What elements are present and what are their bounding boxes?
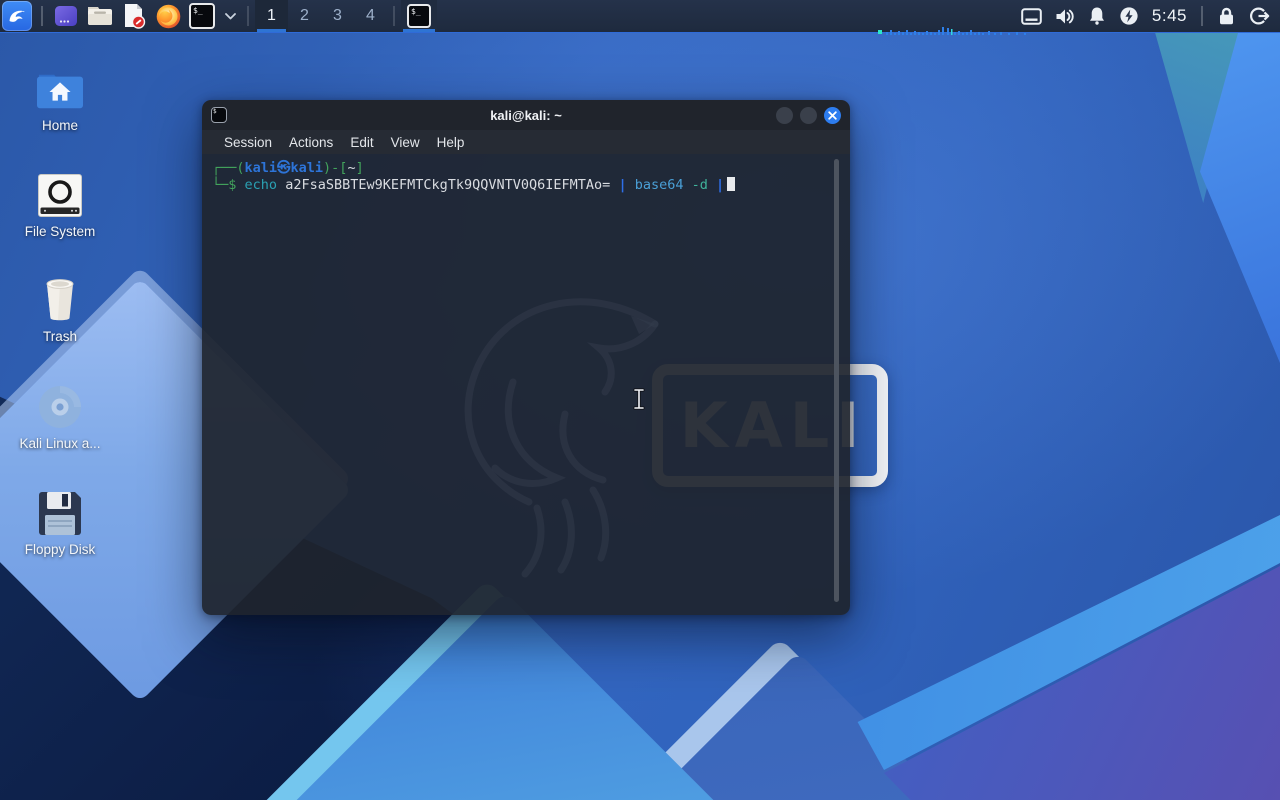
panel-separator [41, 6, 43, 26]
optical-disc-icon [38, 383, 82, 429]
desktop-icon-floppy[interactable]: Floppy Disk [8, 479, 112, 557]
command-argument: a2FsaSBBTEw9KEFMTCkgTk9QQVNTV0Q6IEFMTAo= [285, 176, 611, 193]
logout-button[interactable] [1249, 6, 1270, 26]
workspace-1[interactable]: 1 [255, 0, 288, 32]
window-menubar: Session Actions Edit View Help [202, 130, 850, 154]
desktop-icon-label: Kali Linux a... [19, 436, 101, 451]
desktop-icon-label: Floppy Disk [24, 542, 96, 557]
window-titlebar[interactable]: kali@kali: ~ $ [202, 100, 850, 130]
prompt-path: ~ [347, 160, 356, 176]
pipe-operator: | [618, 176, 627, 193]
text-editor-launcher[interactable] [120, 2, 148, 30]
network-monitor-graph[interactable] [878, 22, 1038, 35]
appfinder-icon [55, 6, 77, 26]
chevron-down-icon [224, 12, 236, 19]
window-title: kali@kali: ~ [490, 107, 562, 123]
trash-bin-icon [40, 276, 80, 322]
terminal-launcher[interactable]: $_ [188, 2, 216, 30]
workspace-2[interactable]: 2 [288, 0, 321, 32]
desktop-icon-label: Trash [42, 329, 77, 344]
desktop-icon-label: File System [24, 224, 96, 239]
panel-separator [1201, 6, 1203, 26]
file-system-drive-icon [38, 171, 82, 217]
power-manager-icon [1120, 7, 1138, 25]
desktop-icon-kali-cd[interactable]: Kali Linux a... [8, 373, 112, 451]
volume-icon [1056, 9, 1074, 23]
kali-menu-icon [9, 10, 25, 22]
workspace-4[interactable]: 4 [354, 0, 387, 32]
close-icon [828, 110, 837, 120]
home-folder-icon [37, 65, 83, 111]
menu-view[interactable]: View [391, 135, 420, 150]
power-manager-tray-button[interactable] [1119, 6, 1139, 26]
terminal-launcher-dropdown[interactable] [222, 2, 238, 30]
terminal-window: kali@kali: ~ $ Session Actions Edit View… [202, 100, 850, 615]
maximize-button[interactable] [800, 106, 817, 124]
system-tray: 5:45 [1021, 6, 1280, 26]
minimize-button[interactable] [776, 106, 793, 124]
file-manager-icon [88, 7, 112, 25]
workspace-number: 2 [300, 7, 309, 24]
text-editor-icon [125, 4, 146, 29]
prompt-frame-mid: )-[ [323, 160, 348, 176]
taskbar-terminal-button[interactable]: $_ [401, 0, 437, 32]
terminal-icon: $_ [407, 4, 431, 28]
logout-icon [1249, 7, 1270, 25]
command-flag: -d [691, 176, 708, 193]
desktop-icon-home[interactable]: Home [8, 55, 112, 133]
desktop-icon-trash[interactable]: Trash [8, 266, 112, 344]
workspace-number: 3 [333, 7, 342, 24]
panel-separator [247, 6, 249, 26]
lock-screen-button[interactable] [1217, 6, 1236, 26]
floppy-disk-icon [39, 489, 81, 535]
workspace-3[interactable]: 3 [321, 0, 354, 32]
desktop-icon-file-system[interactable]: File System [8, 161, 112, 239]
prompt-frame-open: ┌──( [212, 160, 245, 176]
lock-icon [1220, 7, 1233, 25]
workspace-number: 1 [267, 7, 276, 24]
command-base64: base64 [634, 176, 684, 193]
terminal-content[interactable]: ┌──(kali㉿kali)-[~] └─$ echo a2FsaSBBTEw9… [202, 154, 850, 615]
prompt-line-2: └─$ echo a2FsaSBBTEw9KEFMTCkgTk9QQVNTV0Q… [212, 176, 840, 194]
appfinder-launcher[interactable] [52, 2, 80, 30]
close-button[interactable] [824, 106, 841, 124]
panel-separator [393, 6, 395, 26]
menu-help[interactable]: Help [437, 135, 465, 150]
top-panel: $_ 1 2 3 4 $_ 5:45 [0, 0, 1280, 35]
terminal-icon: $_ [189, 3, 215, 29]
pipe-operator: | [716, 176, 725, 193]
notifications-bell-icon [1089, 7, 1104, 25]
panel-clock[interactable]: 5:45 [1152, 6, 1187, 26]
menu-session[interactable]: Session [224, 135, 272, 150]
prompt-user: kali㉿kali [244, 160, 324, 176]
file-manager-launcher[interactable] [86, 2, 114, 30]
kali-menu-button[interactable] [2, 1, 32, 31]
workspace-number: 4 [366, 7, 375, 24]
prompt-symbol: └─$ [212, 176, 237, 193]
firefox-icon [156, 4, 180, 28]
command-echo: echo [244, 176, 278, 193]
terminal-cursor [727, 176, 736, 191]
volume-tray-button[interactable] [1055, 7, 1075, 26]
menu-edit[interactable]: Edit [350, 135, 373, 150]
notifications-tray-button[interactable] [1088, 6, 1106, 26]
firefox-launcher[interactable] [154, 2, 182, 30]
ibeam-cursor [633, 388, 645, 410]
terminal-scrollbar[interactable] [834, 159, 839, 602]
menu-actions[interactable]: Actions [289, 135, 333, 150]
desktop-icon-label: Home [41, 118, 78, 133]
window-terminal-icon: $ [211, 107, 227, 123]
prompt-line-1: ┌──(kali㉿kali)-[~] [212, 160, 840, 177]
kali-dragon-watermark [464, 298, 659, 578]
prompt-frame-close: ] [355, 160, 364, 176]
